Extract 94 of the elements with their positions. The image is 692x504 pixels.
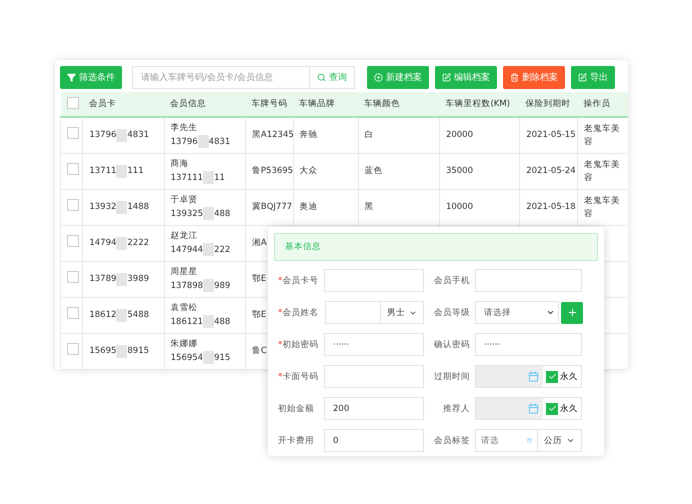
- field-label: 会员标签: [433, 434, 471, 446]
- date-field[interactable]: 永久: [475, 365, 582, 388]
- checkbox[interactable]: [66, 96, 78, 108]
- plus-circle-icon: [374, 73, 383, 82]
- edit-icon: [578, 73, 587, 82]
- checkbox[interactable]: [67, 163, 79, 175]
- column-header: 保险到期时: [520, 92, 578, 117]
- field-label: 会员等级: [433, 306, 471, 318]
- phone-number: 137111 11: [170, 172, 225, 183]
- member-name: 袁雪松: [170, 302, 199, 316]
- filter-icon: [67, 73, 76, 82]
- input-field[interactable]: 200: [324, 397, 424, 420]
- checkbox[interactable]: [67, 307, 79, 319]
- input-field[interactable]: ······: [324, 333, 424, 356]
- table-cell: 10000: [439, 190, 520, 226]
- checkbox[interactable]: [67, 127, 79, 139]
- checkbox[interactable]: [67, 235, 79, 247]
- input-field[interactable]: [324, 269, 424, 292]
- trash-icon: [510, 73, 519, 82]
- input-field[interactable]: [475, 269, 582, 292]
- phone-number: 156954 915: [170, 352, 230, 363]
- member-name: 赵龙江: [170, 230, 199, 244]
- table-cell: 2021-05-15: [520, 117, 578, 154]
- checkbox[interactable]: [546, 370, 558, 382]
- check-icon: [548, 404, 556, 413]
- edit-icon: [442, 73, 451, 82]
- phone-number: 137898 989: [170, 280, 230, 291]
- card-number: 13796 4831: [89, 130, 150, 140]
- plus-icon: [566, 307, 578, 318]
- section-title: 基本信息: [274, 233, 598, 261]
- checkbox[interactable]: [67, 271, 79, 283]
- add-button[interactable]: [561, 302, 583, 324]
- caret-icon: [566, 436, 575, 445]
- gender-select[interactable]: 男士: [380, 302, 423, 323]
- field-label: *卡面号码: [277, 370, 320, 382]
- column-header: 操作员: [578, 92, 628, 117]
- field-label: 确认密码: [433, 338, 471, 350]
- table-cell: 2021-05-24: [520, 154, 578, 190]
- card-number: 13711 111: [89, 166, 144, 176]
- column-header: 会员卡: [82, 92, 164, 117]
- input-field[interactable]: ······: [475, 333, 582, 356]
- checkbox[interactable]: [546, 402, 558, 414]
- check-icon: [548, 372, 556, 381]
- calendar-icon: [528, 403, 539, 414]
- column-header: 车辆颜色: [358, 92, 440, 117]
- input-field[interactable]: [324, 365, 424, 388]
- date-field[interactable]: 请选 公历: [475, 429, 582, 452]
- card-number: 13932 1488: [89, 202, 150, 212]
- level-select[interactable]: 请选择: [475, 301, 559, 324]
- search-icon: [317, 73, 326, 82]
- table-cell: 黑: [358, 190, 440, 226]
- field-label: 过期时间: [433, 370, 471, 382]
- table-cell: 大众: [293, 154, 358, 190]
- member-name: 商海: [170, 158, 190, 172]
- table-cell: 35000: [439, 154, 520, 190]
- table-cell: 奥迪: [293, 190, 358, 226]
- table-cell: 2021-05-18: [520, 190, 578, 226]
- calendar-icon: [528, 371, 539, 382]
- name-field[interactable]: 男士: [324, 301, 424, 324]
- field-label: 开卡费用: [277, 434, 315, 446]
- table-cell: 鲁P53695: [245, 154, 294, 190]
- phone-number: 147944 222: [170, 244, 230, 255]
- input-field[interactable]: 0: [324, 429, 424, 452]
- column-header: 车牌号码: [245, 92, 294, 117]
- member-name: 周星星: [170, 266, 199, 280]
- member-name: 于卓贤: [170, 194, 199, 208]
- column-header: 车辆里程数(KM): [439, 92, 520, 117]
- table-cell: 蓝色: [358, 154, 440, 190]
- checkbox-label: 永久: [560, 370, 578, 382]
- calendar-type-select[interactable]: 公历: [537, 430, 581, 451]
- member-name: 李先生: [170, 122, 199, 136]
- card-number: 18612 5488: [89, 310, 150, 320]
- card-number: 13789 3989: [89, 274, 150, 284]
- field-label: 初始金额: [277, 402, 315, 414]
- table-cell: 20000: [439, 117, 520, 154]
- phone-number: 186121 488: [170, 316, 230, 327]
- field-label: 推荐人: [442, 402, 471, 414]
- date-field[interactable]: 永久: [475, 397, 582, 420]
- table-cell: 黑A12345: [245, 117, 294, 154]
- column-header: 车辆品牌: [293, 92, 358, 117]
- phone-number: 139325 488: [170, 208, 230, 219]
- checkbox[interactable]: [67, 343, 79, 355]
- table-cell: 白: [358, 117, 440, 154]
- field-label: 会员手机: [433, 274, 471, 286]
- checkbox-label: 永久: [560, 402, 578, 414]
- card-number: 14794 2222: [89, 238, 150, 248]
- column-header: 会员信息: [164, 92, 246, 117]
- phone-number: 13796 4831: [170, 136, 230, 147]
- checkbox[interactable]: [67, 199, 79, 211]
- table-cell: 奔驰: [293, 117, 358, 154]
- card-number: 15695 8915: [89, 346, 150, 356]
- member-name: 朱娜娜: [170, 338, 199, 352]
- caret-icon: [546, 308, 555, 317]
- table-cell: 冀BQJ777: [245, 190, 294, 226]
